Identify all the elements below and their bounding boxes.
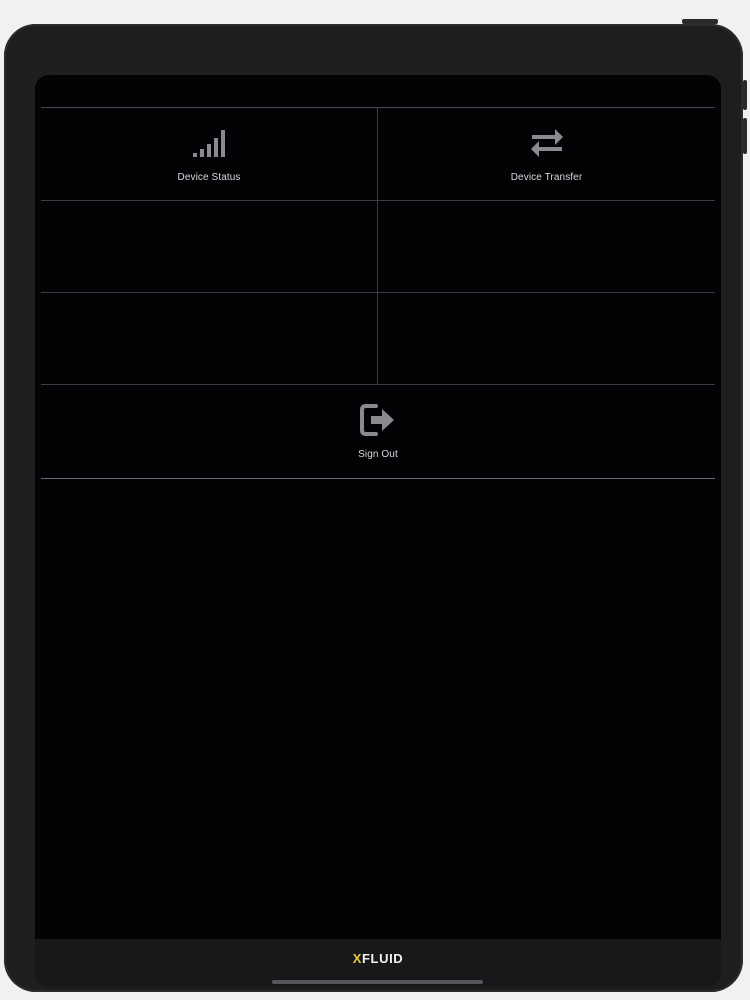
home-indicator[interactable] bbox=[272, 980, 483, 984]
volume-down-button bbox=[743, 118, 747, 154]
brand-logo: XFLUID bbox=[35, 951, 721, 966]
device-status-label: Device Status bbox=[177, 172, 241, 183]
transfer-arrows-icon bbox=[529, 126, 565, 160]
tablet-frame: Device Status Device Transfer Sign Out X… bbox=[4, 19, 747, 992]
sign-out-label: Sign Out bbox=[358, 449, 398, 460]
volume-up-button bbox=[743, 80, 747, 110]
empty-tile bbox=[41, 293, 378, 385]
menu-grid: Device Status Device Transfer Sign Out bbox=[41, 107, 715, 480]
bottom-bar: XFLUID bbox=[35, 939, 721, 987]
device-transfer-label: Device Transfer bbox=[510, 172, 583, 183]
empty-tile bbox=[378, 293, 715, 385]
empty-tile bbox=[378, 201, 715, 293]
sign-out-tile[interactable]: Sign Out bbox=[41, 385, 715, 479]
empty-tile bbox=[41, 201, 378, 293]
device-status-tile[interactable]: Device Status bbox=[41, 108, 378, 201]
sign-out-icon bbox=[360, 403, 396, 437]
app-screen: Device Status Device Transfer Sign Out X… bbox=[35, 75, 721, 987]
device-transfer-tile[interactable]: Device Transfer bbox=[378, 108, 715, 201]
top-button bbox=[682, 19, 718, 24]
brand-accent: X bbox=[352, 951, 362, 966]
brand-text: FLUID bbox=[362, 951, 404, 966]
signal-bars-icon bbox=[191, 126, 227, 160]
